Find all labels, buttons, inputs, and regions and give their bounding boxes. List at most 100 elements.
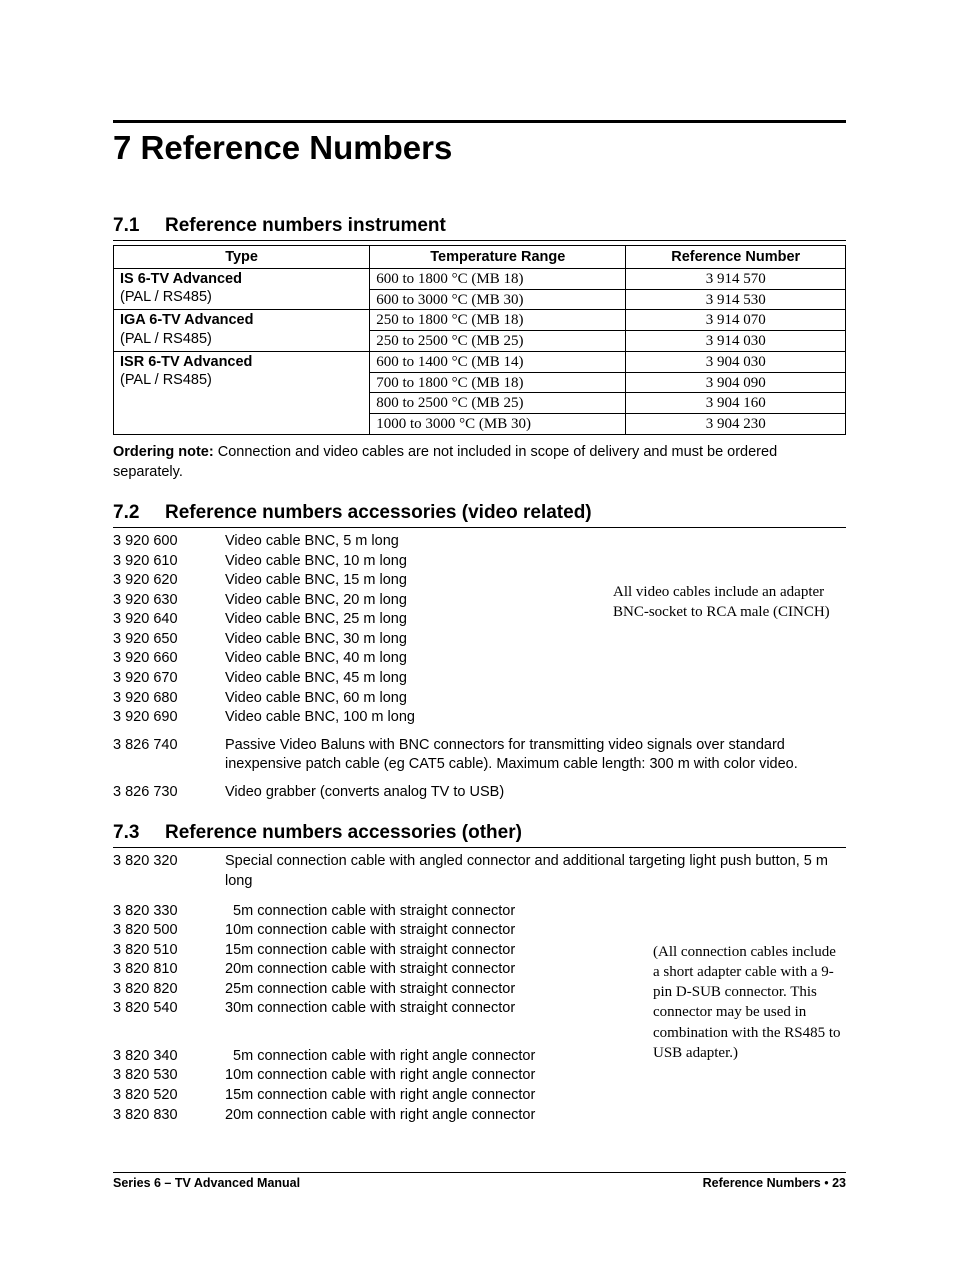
- ordering-note: Ordering note: Connection and video cabl…: [113, 443, 846, 482]
- acc-row: 3 820 53010m connection cable with right…: [113, 1066, 653, 1086]
- acc-desc: 10m connection cable with right angle co…: [225, 1066, 653, 1086]
- acc-desc: Video cable BNC, 25 m long: [225, 610, 613, 630]
- ref-number: 3 920 610: [113, 552, 225, 572]
- connection-cable-block: 3 820 330 5m connection cable with strai…: [113, 902, 846, 1126]
- note-label: Ordering note:: [113, 444, 214, 460]
- ref-number: 3 820 340: [113, 1047, 225, 1067]
- acc-row: 3 820 330 5m connection cable with strai…: [113, 902, 653, 922]
- sec-txt: Reference numbers accessories (video rel…: [165, 502, 592, 523]
- connection-side-note: (All connection cables include a short a…: [653, 902, 846, 1126]
- refnum-cell: 3 914 030: [626, 331, 846, 352]
- acc-desc: 30m connection cable with straight conne…: [225, 999, 653, 1019]
- acc-desc: 15m connection cable with right angle co…: [225, 1086, 653, 1106]
- ref-number: 3 920 600: [113, 532, 225, 552]
- range-cell: 250 to 2500 °C (MB 25): [370, 331, 626, 352]
- type-cell: IGA 6-TV Advanced(PAL / RS485): [114, 310, 370, 352]
- video-cable-side-note: All video cables include an adapter BNC-…: [613, 532, 846, 728]
- ref-number: 3 920 630: [113, 591, 225, 611]
- ref-number: 3 820 540: [113, 999, 225, 1019]
- sec-no: 7.3: [113, 822, 165, 844]
- acc-desc: Special connection cable with angled con…: [225, 852, 846, 891]
- refnum-cell: 3 904 160: [626, 393, 846, 414]
- th-ref: Reference Number: [626, 245, 846, 268]
- acc-row: 3 820 81020m connection cable with strai…: [113, 960, 653, 980]
- ref-number: 3 820 520: [113, 1086, 225, 1106]
- video-cable-block: 3 920 600Video cable BNC, 5 m long3 920 …: [113, 532, 846, 728]
- acc-desc: Video cable BNC, 100 m long: [225, 708, 613, 728]
- page: 7 Reference Numbers 7.1Reference numbers…: [0, 0, 954, 1270]
- ref-number: 3 820 510: [113, 941, 225, 961]
- table-row: ISR 6-TV Advanced(PAL / RS485)600 to 140…: [114, 351, 846, 372]
- acc-row: 3 826 740Passive Video Baluns with BNC c…: [113, 736, 846, 775]
- ref-number: 3 920 650: [113, 630, 225, 650]
- table-row: IGA 6-TV Advanced(PAL / RS485)250 to 180…: [114, 310, 846, 331]
- acc-row: 3 820 320 Special connection cable with …: [113, 852, 846, 891]
- acc-desc: 5m connection cable with straight connec…: [225, 902, 653, 922]
- sec-no: 7.1: [113, 215, 165, 237]
- acc-row: 3 920 630Video cable BNC, 20 m long: [113, 591, 613, 611]
- acc-desc: 20m connection cable with right angle co…: [225, 1106, 653, 1126]
- ref-number: 3 920 670: [113, 669, 225, 689]
- acc-desc: Video cable BNC, 45 m long: [225, 669, 613, 689]
- acc-row: 3 820 50010m connection cable with strai…: [113, 921, 653, 941]
- refnum-cell: 3 914 570: [626, 268, 846, 289]
- table-row: IS 6-TV Advanced(PAL / RS485)600 to 1800…: [114, 268, 846, 289]
- ref-number: 3 820 500: [113, 921, 225, 941]
- instrument-table: Type Temperature Range Reference Number …: [113, 245, 846, 435]
- acc-desc: Video cable BNC, 60 m long: [225, 689, 613, 709]
- acc-row: 3 826 730Video grabber (converts analog …: [113, 783, 846, 803]
- acc-row: 3 920 600Video cable BNC, 5 m long: [113, 532, 613, 552]
- acc-desc: 15m connection cable with straight conne…: [225, 941, 653, 961]
- ref-number: 3 920 680: [113, 689, 225, 709]
- acc-row: 3 820 82025m connection cable with strai…: [113, 980, 653, 1000]
- range-cell: 250 to 1800 °C (MB 18): [370, 310, 626, 331]
- footer-left: Series 6 – TV Advanced Manual: [113, 1176, 300, 1190]
- th-type: Type: [114, 245, 370, 268]
- ref-number: 3 820 320: [113, 852, 225, 891]
- ref-number: 3 820 830: [113, 1106, 225, 1126]
- ref-number: 3 820 530: [113, 1066, 225, 1086]
- sec-txt: Reference numbers instrument: [165, 215, 446, 236]
- acc-row: 3 920 610Video cable BNC, 10 m long: [113, 552, 613, 572]
- range-cell: 600 to 1400 °C (MB 14): [370, 351, 626, 372]
- acc-row: 3 920 660Video cable BNC, 40 m long: [113, 649, 613, 669]
- ref-number: 3 820 820: [113, 980, 225, 1000]
- range-cell: 700 to 1800 °C (MB 18): [370, 372, 626, 393]
- ref-number: 3 826 730: [113, 783, 225, 803]
- page-footer: Series 6 – TV Advanced Manual Reference …: [113, 1172, 846, 1190]
- ref-number: 3 820 810: [113, 960, 225, 980]
- type-cell: ISR 6-TV Advanced(PAL / RS485): [114, 351, 370, 434]
- page-title: 7 Reference Numbers: [113, 129, 846, 167]
- acc-row: 3 820 52015m connection cable with right…: [113, 1086, 653, 1106]
- acc-desc: Video cable BNC, 15 m long: [225, 571, 613, 591]
- acc-desc: 5m connection cable with right angle con…: [225, 1047, 653, 1067]
- acc-desc: 25m connection cable with straight conne…: [225, 980, 653, 1000]
- acc-row: 3 920 650Video cable BNC, 30 m long: [113, 630, 613, 650]
- acc-desc: Video cable BNC, 20 m long: [225, 591, 613, 611]
- sec-no: 7.2: [113, 502, 165, 524]
- ref-number: 3 920 660: [113, 649, 225, 669]
- acc-row: 3 920 640Video cable BNC, 25 m long: [113, 610, 613, 630]
- ref-number: 3 920 640: [113, 610, 225, 630]
- range-cell: 800 to 2500 °C (MB 25): [370, 393, 626, 414]
- refnum-cell: 3 904 030: [626, 351, 846, 372]
- acc-row: 3 920 690Video cable BNC, 100 m long: [113, 708, 613, 728]
- acc-row: 3 820 340 5m connection cable with right…: [113, 1047, 653, 1067]
- acc-row: 3 820 54030m connection cable with strai…: [113, 999, 653, 1019]
- acc-desc: Video cable BNC, 40 m long: [225, 649, 613, 669]
- acc-row: 3 920 670Video cable BNC, 45 m long: [113, 669, 613, 689]
- refnum-cell: 3 914 070: [626, 310, 846, 331]
- section-7-2-heading: 7.2Reference numbers accessories (video …: [113, 502, 846, 528]
- sec-txt: Reference numbers accessories (other): [165, 822, 522, 843]
- acc-desc: Video grabber (converts analog TV to USB…: [225, 783, 846, 803]
- refnum-cell: 3 914 530: [626, 289, 846, 310]
- section-7-3-heading: 7.3Reference numbers accessories (other): [113, 822, 846, 848]
- acc-desc: Video cable BNC, 10 m long: [225, 552, 613, 572]
- section-7-1-heading: 7.1Reference numbers instrument: [113, 215, 846, 241]
- ref-number: 3 920 620: [113, 571, 225, 591]
- acc-desc: Video cable BNC, 5 m long: [225, 532, 613, 552]
- refnum-cell: 3 904 230: [626, 414, 846, 435]
- ref-number: 3 820 330: [113, 902, 225, 922]
- acc-row: 3 920 680Video cable BNC, 60 m long: [113, 689, 613, 709]
- acc-row: 3 820 83020m connection cable with right…: [113, 1106, 653, 1126]
